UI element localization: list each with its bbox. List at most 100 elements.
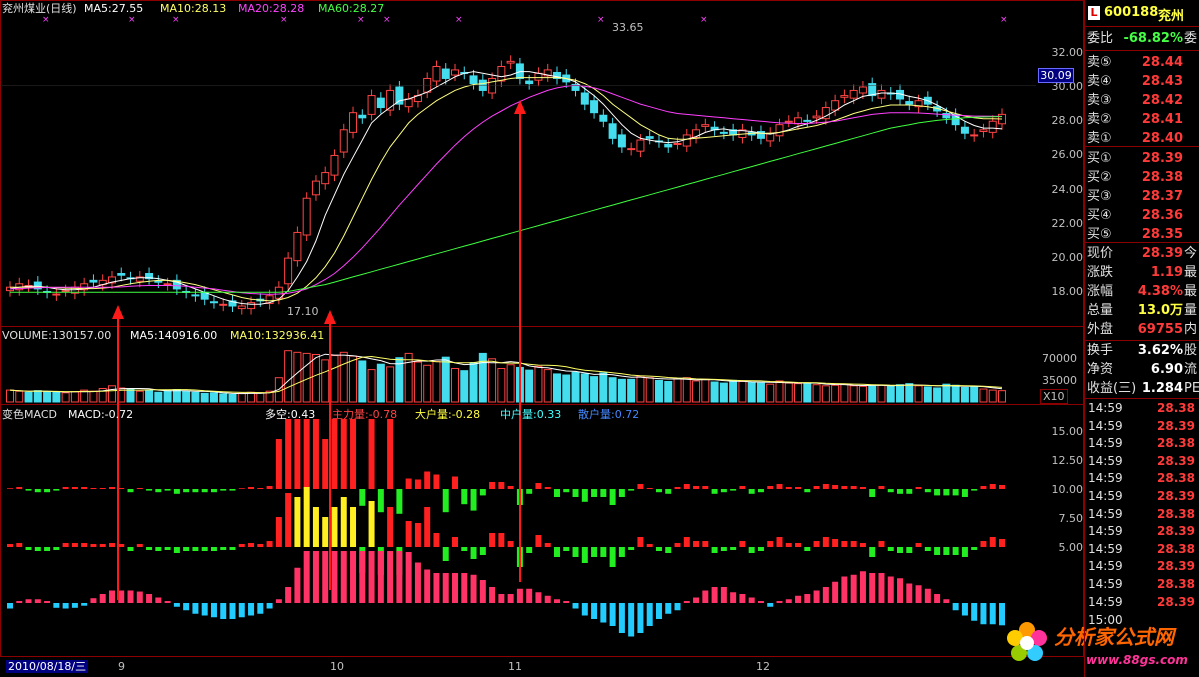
stat2-tail: 流 bbox=[1184, 362, 1198, 377]
dahu-bar bbox=[405, 521, 412, 547]
volume-bar bbox=[988, 389, 997, 403]
candle-body bbox=[877, 89, 886, 99]
macd-bar bbox=[387, 551, 394, 603]
candle-body bbox=[395, 86, 404, 105]
macd-bar bbox=[628, 603, 635, 637]
macd-bar bbox=[118, 590, 125, 603]
tick-last-time: 15:00 bbox=[1088, 613, 1123, 627]
volume-bar bbox=[849, 385, 858, 403]
ma5-label: MA5:27.55 bbox=[84, 2, 144, 15]
zhuli-bar bbox=[730, 489, 737, 491]
volume-bar bbox=[191, 391, 200, 403]
stat-row: 总量 13.0万量 bbox=[1086, 301, 1199, 320]
candle-body bbox=[339, 129, 348, 153]
tick-price: 28.38 bbox=[1157, 471, 1195, 486]
ma20-label: MA20:28.28 bbox=[238, 2, 305, 15]
dahu-bar bbox=[312, 507, 319, 547]
macd-bar bbox=[146, 594, 153, 603]
stat2-value: 1.284 bbox=[1141, 381, 1183, 396]
volume-bar bbox=[349, 355, 358, 403]
ask-label: 卖③ bbox=[1087, 93, 1112, 108]
candle-body bbox=[988, 120, 997, 133]
duokong-value: 多空:0.43 bbox=[265, 408, 316, 421]
candle-body bbox=[284, 257, 293, 285]
volume-bar bbox=[738, 380, 747, 403]
volume-bar bbox=[998, 390, 1006, 403]
macd-bar bbox=[544, 595, 551, 603]
candle-body bbox=[247, 302, 256, 310]
price-tick-label: 26.00 bbox=[1051, 148, 1084, 162]
zhuli-bar bbox=[915, 487, 922, 489]
stat-value: 13.0万 bbox=[1137, 303, 1183, 318]
dahu-bar bbox=[665, 547, 672, 553]
zhuli-bar bbox=[368, 419, 375, 489]
candle-body bbox=[858, 86, 867, 94]
tick-time: 14:59 bbox=[1088, 524, 1123, 539]
dahu-bar bbox=[99, 544, 106, 547]
candle-body bbox=[117, 273, 126, 276]
dahu-bar bbox=[424, 507, 431, 547]
macd-value: MACD:-0.72 bbox=[68, 408, 134, 421]
ask-price: 28.42 bbox=[1141, 93, 1183, 108]
dahu-bar bbox=[25, 547, 32, 550]
zhuli-bar bbox=[461, 489, 468, 505]
zhuli-bar bbox=[720, 489, 727, 493]
macd-bar bbox=[359, 551, 366, 603]
zhuli-bar bbox=[16, 487, 23, 489]
macd-bar bbox=[748, 597, 755, 603]
volume-bar bbox=[784, 382, 793, 403]
tick-time: 14:59 bbox=[1088, 577, 1123, 591]
candle-body bbox=[905, 101, 914, 105]
dahu-bar bbox=[81, 543, 88, 547]
tick-row: 14:59 28.39 bbox=[1086, 488, 1199, 505]
macd-bar bbox=[275, 599, 282, 603]
macd-bar bbox=[340, 551, 347, 603]
month-12: 12 bbox=[756, 660, 770, 673]
zhuli-bar bbox=[535, 483, 542, 489]
price-tick-label: 22.00 bbox=[1051, 216, 1084, 230]
dahu-bar bbox=[275, 517, 282, 547]
macd-bar bbox=[535, 592, 542, 603]
macd-bar bbox=[934, 594, 941, 603]
volume-bar bbox=[766, 383, 775, 403]
candle-body bbox=[849, 89, 858, 99]
signal-arrow-head bbox=[112, 305, 124, 319]
candle-body bbox=[451, 69, 460, 76]
zhuli-bar bbox=[637, 484, 644, 489]
zhuli-bar bbox=[359, 489, 366, 506]
zhuli-bar bbox=[350, 419, 357, 489]
ask-label: 卖④ bbox=[1087, 74, 1112, 89]
dahu-bar bbox=[989, 537, 996, 547]
macd-tick-label: 10.00 bbox=[1051, 483, 1084, 496]
ask-row: 卖③ 28.42 bbox=[1086, 91, 1199, 110]
macd-bar bbox=[25, 599, 32, 603]
zhuli-bar bbox=[887, 489, 894, 493]
volume-bar bbox=[562, 374, 571, 403]
candle-body bbox=[617, 134, 626, 148]
macd-bar bbox=[878, 573, 885, 603]
volume-bar bbox=[840, 383, 849, 403]
macd-bar bbox=[257, 603, 264, 614]
macd-bar bbox=[702, 590, 709, 603]
stat-tail: 内 bbox=[1184, 322, 1198, 337]
candle-body bbox=[163, 283, 172, 286]
zhuli-bar bbox=[452, 476, 459, 489]
dahu-bar bbox=[118, 544, 125, 547]
ask-row: 卖② 28.41 bbox=[1086, 110, 1199, 129]
volume-bar bbox=[682, 377, 691, 403]
dahu-bar bbox=[776, 537, 783, 547]
tick-time: 14:59 bbox=[1088, 401, 1123, 415]
macd-bar bbox=[674, 603, 681, 611]
zhuli-bar bbox=[442, 489, 449, 513]
zhuli-bar bbox=[591, 489, 598, 497]
macd-bar bbox=[850, 574, 857, 603]
dahu-bar bbox=[850, 541, 857, 547]
dahu-bar bbox=[563, 547, 570, 551]
ask-row: 卖④ 28.43 bbox=[1086, 72, 1199, 91]
volume-bar bbox=[821, 385, 830, 403]
flag-badge: L bbox=[1088, 6, 1100, 20]
dahu-bar bbox=[748, 547, 755, 553]
dahu-bar bbox=[600, 547, 607, 557]
macd-bar bbox=[822, 587, 829, 603]
candle-body bbox=[330, 154, 339, 176]
